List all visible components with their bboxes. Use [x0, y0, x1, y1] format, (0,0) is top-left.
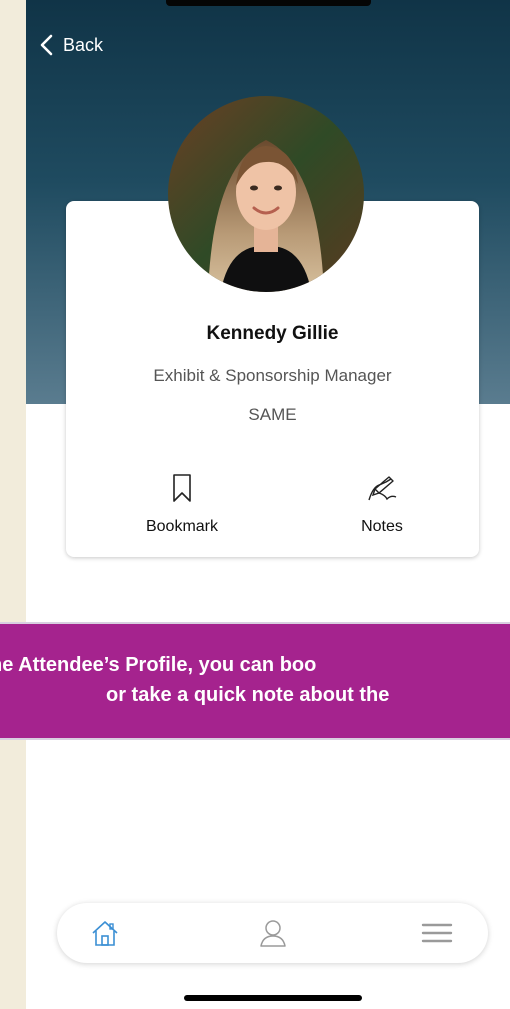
attendee-organization: SAME	[248, 405, 297, 424]
avatar	[168, 96, 364, 292]
back-button[interactable]: Back	[38, 34, 103, 56]
back-label: Back	[63, 34, 104, 55]
tab-home[interactable]	[65, 903, 145, 963]
phone-screen: Back Kennedy Gillie Exhibit & Sponsorshi…	[26, 0, 510, 1009]
home-indicator[interactable]	[184, 995, 362, 1001]
pen-writing-icon	[368, 476, 397, 501]
notes-button[interactable]: Notes	[312, 470, 452, 536]
bookmark-icon	[173, 474, 191, 502]
menu-icon	[421, 923, 453, 943]
tutorial-banner: he Attendee’s Profile, you can boo or ta…	[0, 622, 510, 740]
bookmark-button[interactable]: Bookmark	[112, 470, 252, 536]
attendee-name: Kennedy Gillie	[206, 323, 339, 344]
person-icon	[260, 920, 286, 947]
attendee-title: Exhibit & Sponsorship Manager	[153, 366, 392, 385]
chevron-left-icon	[40, 34, 53, 56]
home-icon	[92, 921, 118, 946]
device-notch	[166, 0, 371, 6]
notes-label: Notes	[361, 518, 403, 535]
bookmark-label: Bookmark	[145, 518, 219, 535]
banner-text-line-1: he Attendee’s Profile, you can boo	[0, 654, 317, 676]
banner-text-line-2: or take a quick note about the	[106, 684, 390, 706]
tab-profile[interactable]	[233, 903, 313, 963]
tab-menu[interactable]	[397, 903, 477, 963]
bottom-tab-bar	[57, 903, 488, 963]
avatar-photo	[168, 96, 364, 292]
